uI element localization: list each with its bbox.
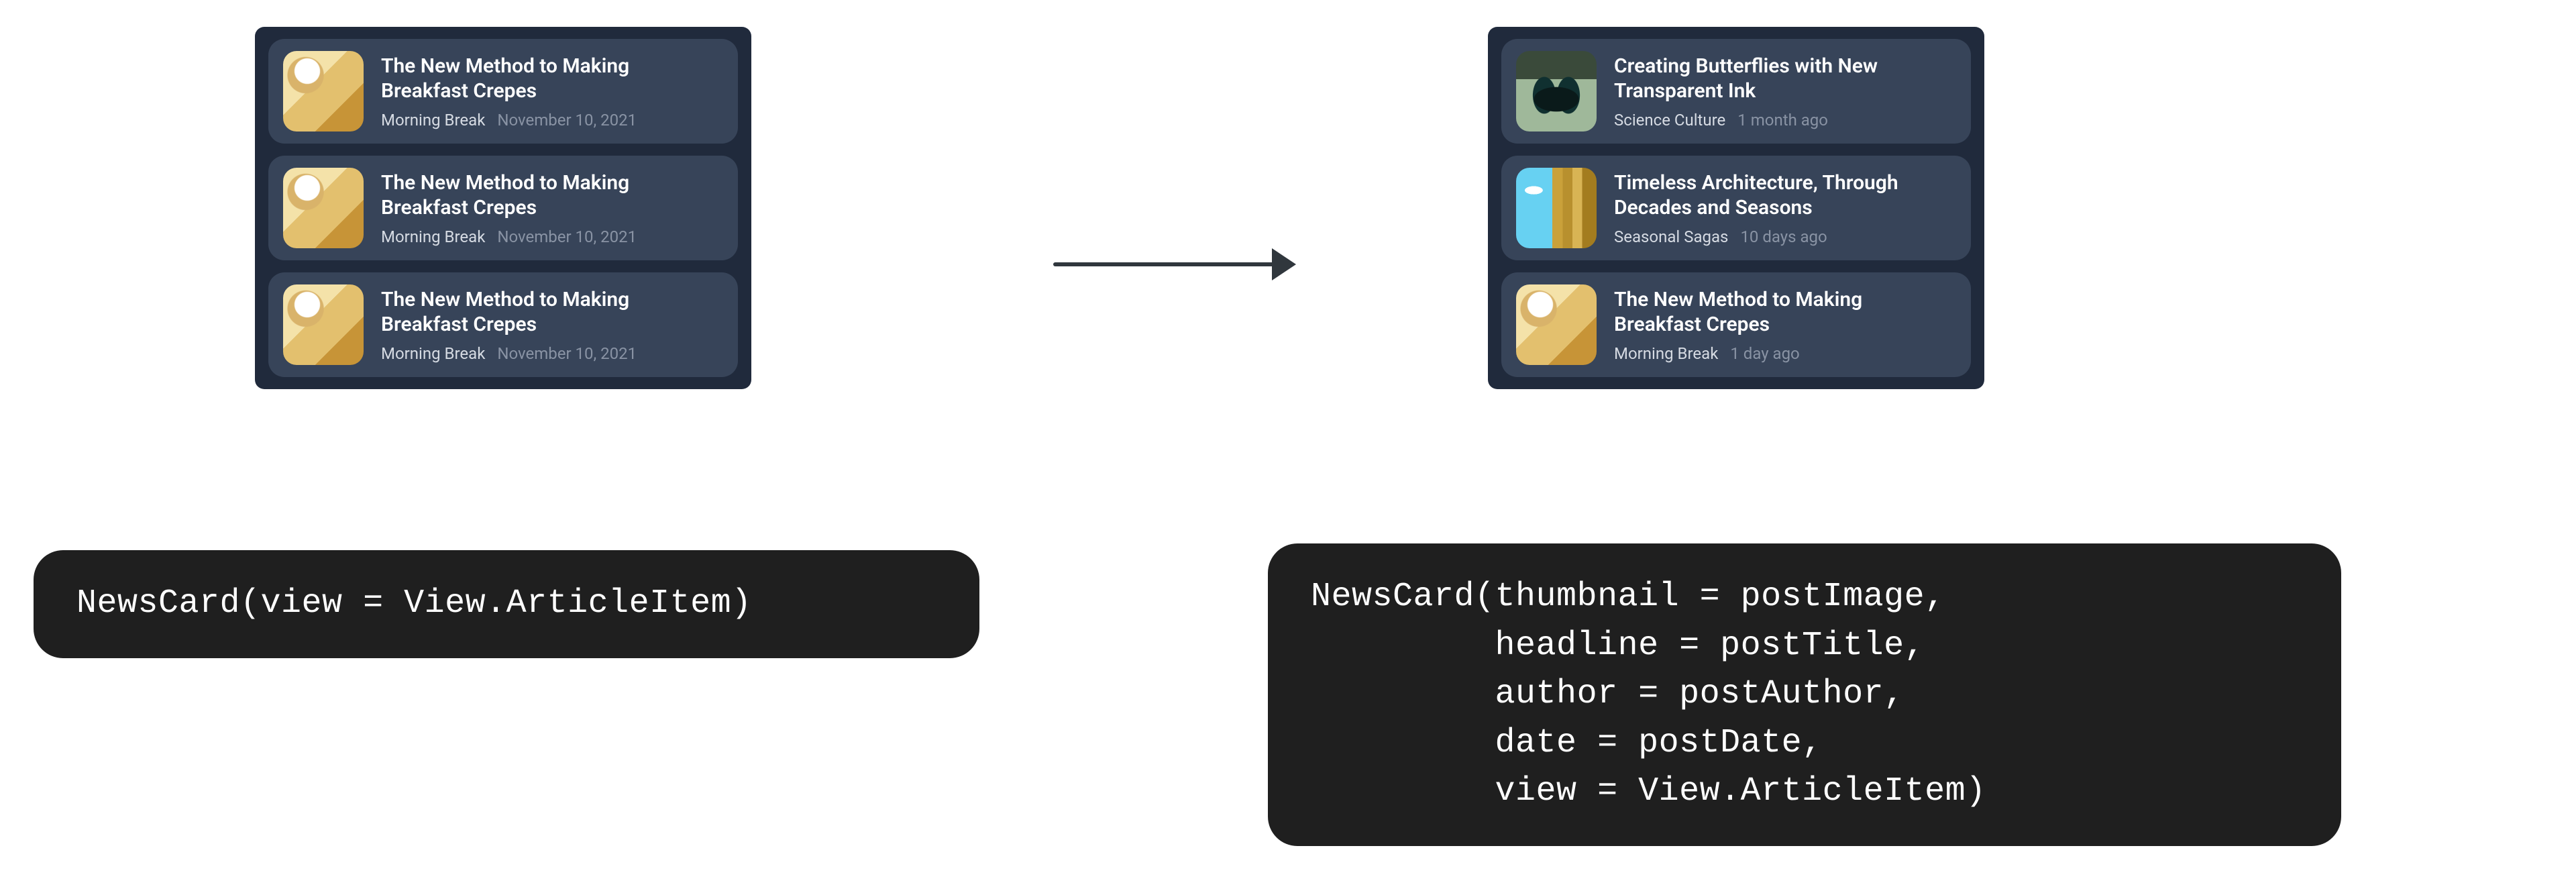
crepes-thumbnail-icon: [283, 168, 364, 248]
list-item-text: The New Method to Making Breakfast Crepe…: [381, 54, 696, 129]
crepes-thumbnail-icon: [283, 284, 364, 365]
list-item-text: The New Method to Making Breakfast Crepe…: [1614, 287, 1929, 363]
list-item[interactable]: The New Method to Making Breakfast Crepe…: [268, 156, 738, 260]
list-item[interactable]: Timeless Architecture, Through Decades a…: [1501, 156, 1971, 260]
list-item[interactable]: The New Method to Making Breakfast Crepe…: [1501, 272, 1971, 377]
list-item-headline: The New Method to Making Breakfast Crepe…: [381, 54, 696, 104]
list-item-meta: Morning Break November 10, 2021: [381, 111, 696, 129]
list-item[interactable]: The New Method to Making Breakfast Crepe…: [268, 39, 738, 144]
list-item-headline: The New Method to Making Breakfast Crepe…: [381, 170, 696, 221]
list-item-meta: Seasonal Sagas 10 days ago: [1614, 227, 1929, 246]
list-item-author: Seasonal Sagas: [1614, 227, 1728, 246]
list-item-date: 1 day ago: [1730, 344, 1799, 363]
butterfly-thumbnail-icon: [1516, 51, 1597, 132]
list-item-author: Morning Break: [381, 344, 485, 363]
list-item-meta: Morning Break 1 day ago: [1614, 344, 1929, 363]
list-item-date: 1 month ago: [1737, 111, 1828, 129]
list-item-text: Creating Butterflies with New Transparen…: [1614, 54, 1929, 129]
list-item-headline: The New Method to Making Breakfast Crepe…: [381, 287, 696, 337]
list-item-date: November 10, 2021: [497, 227, 637, 246]
list-item-date: November 10, 2021: [497, 111, 637, 129]
list-item-author: Morning Break: [1614, 344, 1718, 363]
list-item-meta: Morning Break November 10, 2021: [381, 344, 696, 363]
list-item-text: The New Method to Making Breakfast Crepe…: [381, 287, 696, 363]
list-item-headline: Timeless Architecture, Through Decades a…: [1614, 170, 1929, 221]
list-item-date: 10 days ago: [1740, 227, 1827, 246]
list-item-meta: Morning Break November 10, 2021: [381, 227, 696, 246]
list-item-date: November 10, 2021: [497, 344, 637, 363]
list-item-text: The New Method to Making Breakfast Crepe…: [381, 170, 696, 246]
list-item-author: Morning Break: [381, 111, 485, 129]
list-item-headline: Creating Butterflies with New Transparen…: [1614, 54, 1929, 104]
crepes-thumbnail-icon: [1516, 284, 1597, 365]
list-item[interactable]: The New Method to Making Breakfast Crepe…: [268, 272, 738, 377]
list-item-headline: The New Method to Making Breakfast Crepe…: [1614, 287, 1929, 337]
list-item[interactable]: Creating Butterflies with New Transparen…: [1501, 39, 1971, 144]
list-item-author: Morning Break: [381, 227, 485, 246]
arch-thumbnail-icon: [1516, 168, 1597, 248]
news-list-right: Creating Butterflies with New Transparen…: [1488, 27, 1984, 389]
crepes-thumbnail-icon: [283, 51, 364, 132]
arrow-icon: [1053, 248, 1296, 280]
arrow-shaft: [1053, 262, 1275, 266]
arrow-head-icon: [1272, 248, 1296, 280]
code-snippet-left: NewsCard(view = View.ArticleItem): [34, 550, 979, 658]
list-item-author: Science Culture: [1614, 111, 1725, 129]
news-list-left: The New Method to Making Breakfast Crepe…: [255, 27, 751, 389]
code-snippet-right: NewsCard(thumbnail = postImage, headline…: [1268, 543, 2341, 846]
figure-canvas: The New Method to Making Breakfast Crepe…: [0, 0, 2576, 891]
list-item-meta: Science Culture 1 month ago: [1614, 111, 1929, 129]
list-item-text: Timeless Architecture, Through Decades a…: [1614, 170, 1929, 246]
